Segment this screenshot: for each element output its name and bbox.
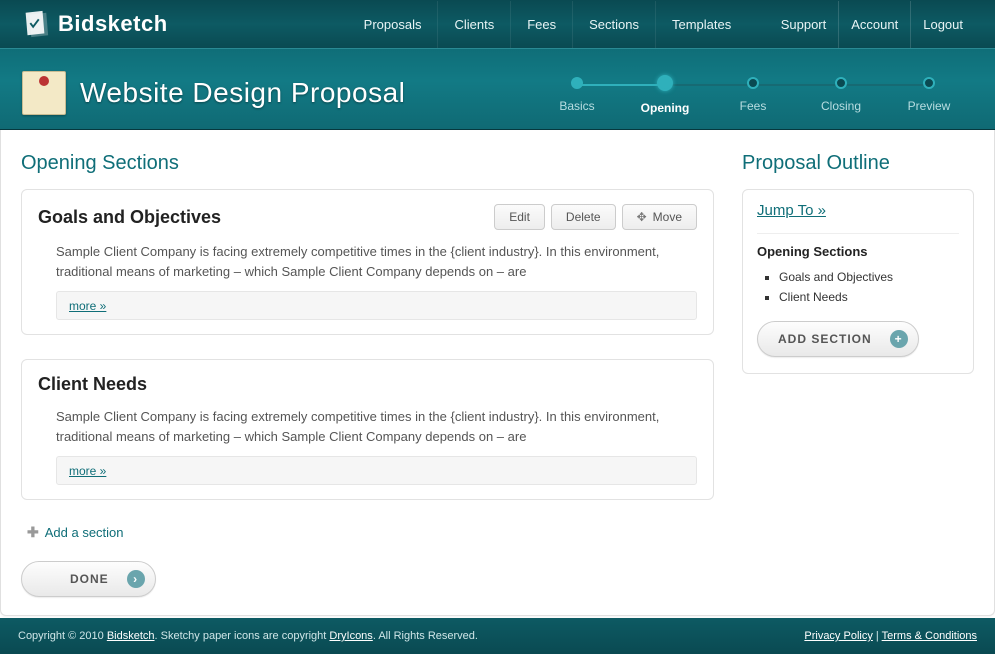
more-link[interactable]: more » bbox=[69, 299, 106, 313]
step-basics[interactable]: Basics bbox=[533, 77, 621, 113]
wizard-stepper: Basics Opening Fees Closing Preview bbox=[533, 71, 973, 115]
page-header: Website Design Proposal Basics Opening F… bbox=[0, 48, 995, 130]
outline-item[interactable]: Goals and Objectives bbox=[779, 267, 959, 287]
section-card-body: Sample Client Company is facing extremel… bbox=[38, 242, 697, 281]
brand-logo[interactable]: Bidsketch bbox=[20, 9, 168, 39]
nav-templates[interactable]: Templates bbox=[655, 1, 747, 48]
opening-sections-heading: Opening Sections bbox=[21, 152, 714, 175]
nav-account[interactable]: Account bbox=[838, 1, 910, 48]
more-bar: more » bbox=[56, 456, 697, 485]
plus-circle-icon: + bbox=[890, 330, 908, 348]
content-area: Opening Sections Goals and Objectives Ed… bbox=[0, 130, 995, 616]
move-button[interactable]: ✥ Move bbox=[622, 204, 697, 230]
step-opening[interactable]: Opening bbox=[621, 77, 709, 115]
section-card-title: Client Needs bbox=[38, 374, 147, 395]
nav-proposals[interactable]: Proposals bbox=[348, 1, 438, 48]
arrow-right-icon: › bbox=[127, 570, 145, 588]
footer-copyright: Copyright © 2010 bbox=[18, 630, 107, 642]
account-nav: Support Account Logout bbox=[769, 1, 975, 48]
logo-icon bbox=[20, 9, 50, 39]
outline-subheading: Opening Sections bbox=[757, 233, 959, 259]
jump-to-link[interactable]: Jump To » bbox=[757, 202, 826, 219]
footer-dryicons-link[interactable]: DryIcons bbox=[329, 630, 372, 642]
main-nav: Proposals Clients Fees Sections Template… bbox=[348, 1, 748, 48]
footer: Copyright © 2010 Bidsketch. Sketchy pape… bbox=[0, 618, 995, 654]
done-button[interactable]: DONE › bbox=[21, 561, 156, 597]
nav-logout[interactable]: Logout bbox=[910, 1, 975, 48]
more-link[interactable]: more » bbox=[69, 464, 106, 478]
sidebar-column: Proposal Outline Jump To » Opening Secti… bbox=[742, 150, 974, 374]
section-card-body: Sample Client Company is facing extremel… bbox=[38, 407, 697, 446]
section-card: Goals and Objectives Edit Delete ✥ Move … bbox=[21, 189, 714, 335]
move-icon: ✥ bbox=[637, 210, 647, 224]
step-closing[interactable]: Closing bbox=[797, 77, 885, 113]
main-column: Opening Sections Goals and Objectives Ed… bbox=[21, 150, 714, 597]
edit-button[interactable]: Edit bbox=[494, 204, 545, 230]
add-section-button[interactable]: ADD SECTION + bbox=[757, 321, 919, 357]
nav-support[interactable]: Support bbox=[769, 1, 839, 48]
footer-brand-link[interactable]: Bidsketch bbox=[107, 630, 155, 642]
plus-icon: ✚ bbox=[27, 524, 39, 541]
nav-sections[interactable]: Sections bbox=[572, 1, 655, 48]
outline-list: Goals and Objectives Client Needs bbox=[779, 267, 959, 307]
step-fees[interactable]: Fees bbox=[709, 77, 797, 113]
proposal-note-icon bbox=[22, 71, 66, 115]
brand-name: Bidsketch bbox=[58, 11, 168, 37]
privacy-link[interactable]: Privacy Policy bbox=[804, 630, 872, 642]
nav-clients[interactable]: Clients bbox=[437, 1, 510, 48]
more-bar: more » bbox=[56, 291, 697, 320]
nav-fees[interactable]: Fees bbox=[510, 1, 572, 48]
top-nav: Bidsketch Proposals Clients Fees Section… bbox=[0, 0, 995, 48]
step-preview[interactable]: Preview bbox=[885, 77, 973, 113]
outline-item[interactable]: Client Needs bbox=[779, 287, 959, 307]
section-card: Client Needs Sample Client Company is fa… bbox=[21, 359, 714, 500]
delete-button[interactable]: Delete bbox=[551, 204, 616, 230]
add-section-link[interactable]: ✚ Add a section bbox=[27, 524, 124, 541]
page-title: Website Design Proposal bbox=[80, 77, 405, 109]
terms-link[interactable]: Terms & Conditions bbox=[882, 630, 977, 642]
section-card-title: Goals and Objectives bbox=[38, 207, 221, 228]
proposal-outline-heading: Proposal Outline bbox=[742, 152, 974, 175]
outline-box: Jump To » Opening Sections Goals and Obj… bbox=[742, 189, 974, 374]
